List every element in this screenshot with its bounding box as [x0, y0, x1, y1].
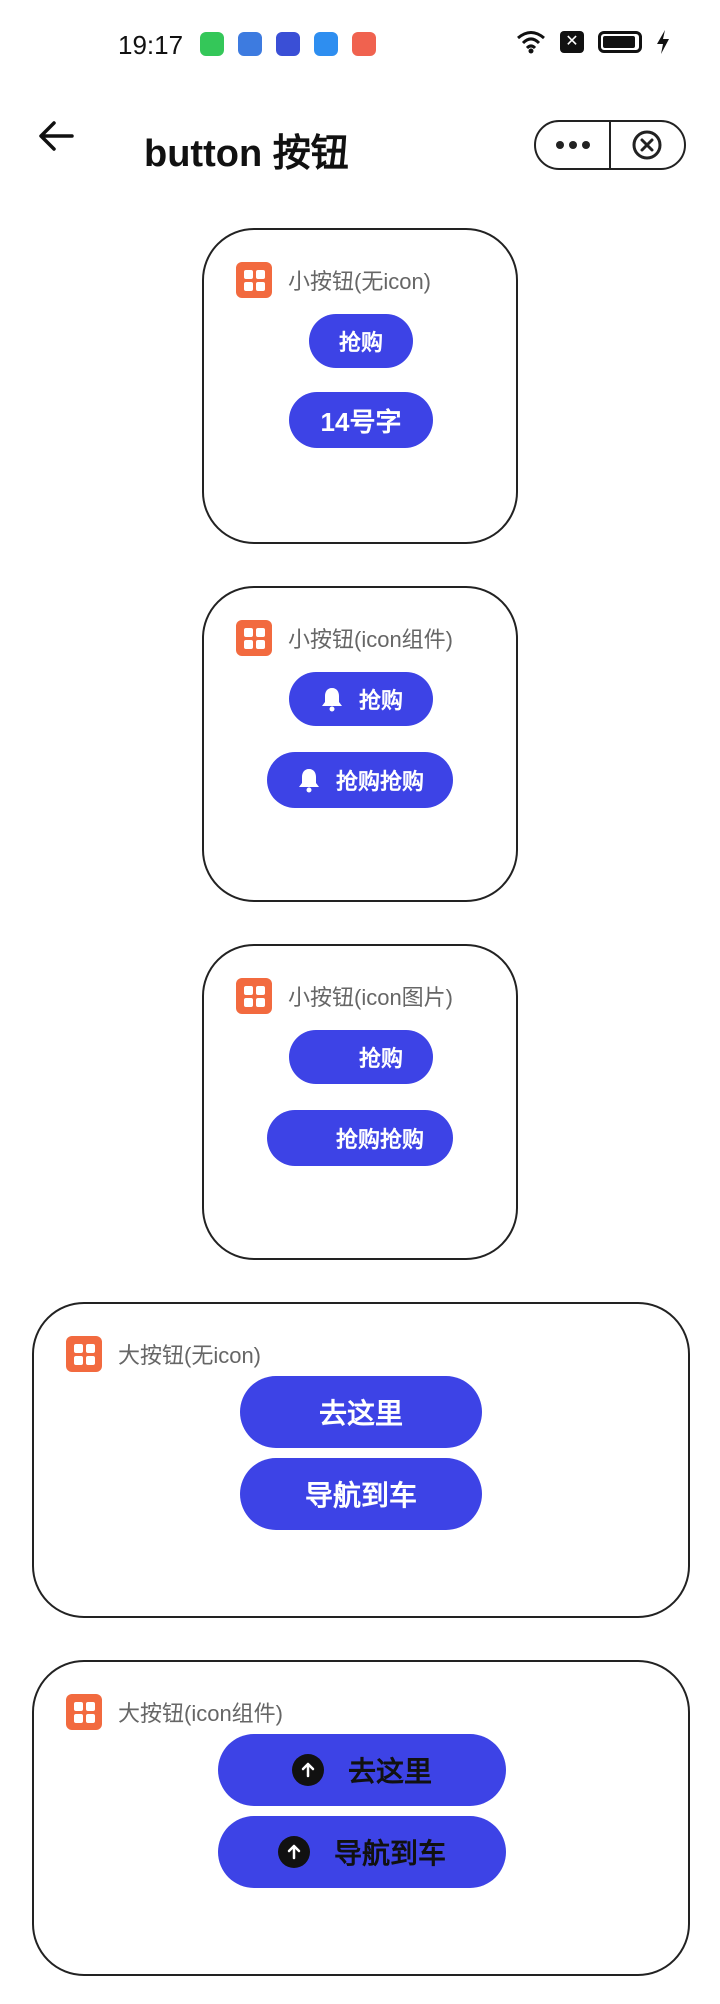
navigate-to-car-button[interactable]: 导航到车 [218, 1816, 506, 1888]
card-small-icon-image: 小按钮(icon图片) 抢购 抢购抢购 [202, 944, 518, 1260]
buy-button[interactable]: 抢购 [289, 672, 433, 726]
app-cloud-icon [314, 32, 338, 56]
navigation-bar: button 按钮 [0, 100, 720, 190]
status-time: 19:17 [118, 30, 184, 60]
component-logo-icon [66, 1694, 102, 1730]
battery-icon [598, 31, 642, 53]
close-button[interactable] [611, 122, 684, 168]
app-photo-icon [276, 32, 300, 56]
go-here-button[interactable]: 去这里 [240, 1376, 482, 1448]
bell-icon [321, 688, 342, 712]
navigate-to-car-button[interactable]: 导航到车 [240, 1458, 482, 1530]
buy-buy-button[interactable]: 抢购抢购 [267, 752, 453, 808]
card-large-no-icon: 大按钮(无icon) 去这里 导航到车 [32, 1302, 690, 1618]
card-title: 小按钮(icon组件) [288, 627, 454, 652]
charging-icon [657, 30, 669, 54]
button-label: 抢购 [358, 688, 403, 713]
card-small-no-icon: 小按钮(无icon) 抢购 14号字 [202, 228, 518, 544]
card-header: 大按钮(icon组件) [66, 1694, 283, 1730]
card-header: 小按钮(无icon) [236, 262, 431, 298]
card-header: 小按钮(icon图片) [236, 978, 453, 1014]
buy-button[interactable]: 抢购 [289, 1030, 433, 1084]
more-button[interactable] [536, 122, 609, 168]
component-logo-icon [236, 978, 272, 1014]
app-green-icon [200, 32, 224, 56]
component-logo-icon [66, 1336, 102, 1372]
card-small-icon-component: 小按钮(icon组件) 抢购 抢购抢购 [202, 586, 518, 902]
card-title: 大按钮(icon组件) [118, 1701, 284, 1726]
bell-icon [298, 769, 319, 793]
buy-button[interactable]: 抢购 [309, 314, 413, 368]
card-title: 小按钮(icon图片) [288, 985, 454, 1010]
back-arrow-icon[interactable] [36, 116, 76, 156]
font-14-button[interactable]: 14号字 [289, 392, 433, 448]
status-bar: 19:17 ✕ [0, 0, 720, 90]
wifi-icon [517, 31, 545, 54]
arrow-up-circle-icon [277, 1836, 310, 1868]
page-title: button 按钮 [144, 133, 349, 175]
card-header: 大按钮(无icon) [66, 1336, 261, 1372]
buy-buy-button[interactable]: 抢购抢购 [267, 1110, 453, 1166]
no-sim-icon: ✕ [560, 31, 584, 53]
button-label: 去这里 [347, 1756, 432, 1787]
component-logo-icon [236, 620, 272, 656]
more-dots-icon [555, 141, 590, 149]
go-here-button[interactable]: 去这里 [218, 1734, 506, 1806]
status-app-icons [200, 32, 376, 56]
app-blue-infinity-icon [238, 32, 262, 56]
app-game-icon [352, 32, 376, 56]
arrow-up-circle-icon [291, 1754, 324, 1786]
button-label: 导航到车 [333, 1838, 446, 1869]
close-circle-icon [632, 130, 662, 160]
card-title: 大按钮(无icon) [118, 1343, 262, 1368]
component-logo-icon [236, 262, 272, 298]
card-large-icon-component: 大按钮(icon组件) 去这里 导航到车 [32, 1660, 690, 1976]
system-icons: ✕ [516, 30, 670, 54]
card-header: 小按钮(icon组件) [236, 620, 453, 656]
button-label: 抢购抢购 [335, 769, 424, 794]
card-title: 小按钮(无icon) [288, 269, 432, 294]
mini-program-capsule [534, 120, 686, 170]
